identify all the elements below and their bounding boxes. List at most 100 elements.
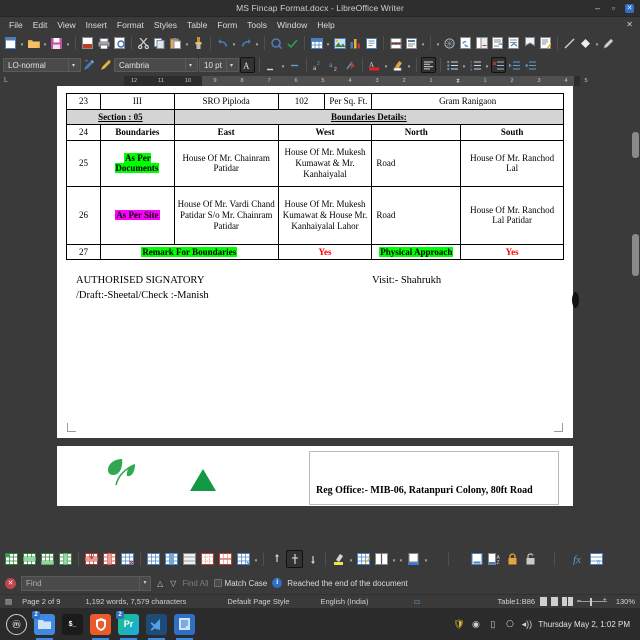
cell-boundaries-label[interactable]: Boundaries: [99, 124, 175, 141]
cell-sr-no[interactable]: 25: [66, 139, 101, 187]
redo-icon[interactable]: [238, 35, 253, 51]
insert-hyperlink-icon[interactable]: [458, 35, 473, 51]
clear-formatting-icon[interactable]: [343, 57, 358, 73]
menu-file[interactable]: File: [4, 19, 28, 31]
table-row-remark[interactable]: 27 Remark For Boundaries Yes Physical Ap…: [66, 243, 564, 261]
menu-table[interactable]: Table: [182, 19, 212, 31]
select-cell-icon[interactable]: [199, 550, 216, 568]
font-color-icon[interactable]: A: [367, 57, 382, 73]
battery-icon[interactable]: ▯: [487, 619, 498, 630]
undo-icon[interactable]: [215, 35, 230, 51]
cell-physical-approach[interactable]: Physical Approach: [371, 243, 462, 261]
insert-caption-icon[interactable]: [468, 550, 485, 568]
misc-dropdown-icon[interactable]: ▾: [435, 35, 441, 51]
cell-remark-label[interactable]: Remark For Boundaries: [99, 243, 279, 261]
comment-icon[interactable]: [538, 35, 553, 51]
border-style-dropdown-icon[interactable]: ▾: [398, 551, 404, 567]
zoom-out-icon[interactable]: –: [577, 597, 581, 604]
scrollbar-thumb[interactable]: [632, 132, 639, 158]
open-dropdown-icon[interactable]: ▾: [42, 35, 48, 51]
select-row-icon[interactable]: [181, 550, 198, 568]
insert-endnote-icon[interactable]: [490, 35, 505, 51]
ruler-track[interactable]: 12 11 10 9 8 7 6 5 4 3 2 1 ⧗ 1 2 3 4 5: [124, 76, 588, 86]
cell-west-value[interactable]: House Of Mr. Mukesh Kumawat & Mr. Kanhai…: [277, 139, 373, 187]
no-list-icon[interactable]: [491, 57, 506, 73]
sort-icon[interactable]: AZ: [486, 550, 503, 568]
insert-column-before-icon[interactable]: [57, 550, 74, 568]
superscript-icon[interactable]: 2a: [311, 57, 326, 73]
cell-remark-yes-2[interactable]: Yes: [460, 243, 564, 261]
italic-icon[interactable]: [287, 57, 302, 73]
view-layout-buttons[interactable]: [540, 597, 574, 606]
table-row[interactable]: 26 As Per Site House Of Mr. Vardi Chand …: [66, 185, 564, 245]
cell-south-value[interactable]: House Of Mr. Ranchod Lal Patidar: [460, 185, 564, 245]
cell-zone[interactable]: III: [99, 93, 175, 110]
menu-window[interactable]: Window: [272, 19, 312, 31]
find-input[interactable]: Find ▾: [21, 575, 151, 591]
signature-block[interactable]: AUTHORISED SIGNATORY /Draft:-Sheetal/Che…: [76, 274, 573, 302]
highlight-color-icon[interactable]: [390, 57, 405, 73]
close-find-bar-icon[interactable]: ✕: [5, 577, 16, 589]
align-left-icon[interactable]: [421, 57, 436, 73]
page-indicator[interactable]: Page 2 of 9: [17, 597, 65, 606]
background-color-dropdown-icon[interactable]: ▾: [348, 551, 354, 567]
table-properties-icon[interactable]: [355, 550, 372, 568]
find-replace-icon[interactable]: [269, 35, 284, 51]
clone-formatting-icon[interactable]: [191, 35, 206, 51]
unprotect-cells-icon[interactable]: [522, 550, 539, 568]
maximize-button[interactable]: ▫: [609, 3, 618, 13]
delete-table-icon[interactable]: [119, 550, 136, 568]
subscript-icon[interactable]: a2: [327, 57, 342, 73]
table-row[interactable]: 23 III SRO Piploda 102 Per Sq. Ft. Gram …: [66, 93, 564, 110]
book-view-icon[interactable]: [562, 597, 574, 606]
font-name-combobox[interactable]: Cambria ▾: [114, 58, 198, 72]
increase-indent-icon[interactable]: [507, 57, 522, 73]
cell-sr-no[interactable]: 23: [66, 93, 101, 110]
cell-east-value[interactable]: House Of Mr. Chainram Patidar: [173, 139, 279, 187]
borders-icon[interactable]: [373, 550, 390, 568]
delete-column-icon[interactable]: [101, 550, 118, 568]
cell-section-title[interactable]: Boundaries Details:: [173, 108, 565, 126]
terminal-icon[interactable]: $_: [62, 613, 83, 635]
clock[interactable]: Thursday May 2, 1:02 PM: [538, 620, 630, 629]
ruler-indent-marker-icon[interactable]: ⧗: [456, 78, 460, 85]
insert-footnote-icon[interactable]: [474, 35, 489, 51]
align-top-icon[interactable]: [268, 550, 285, 568]
selection-mode-icon[interactable]: ▭: [373, 597, 425, 606]
bold-dropdown-icon[interactable]: ▾: [280, 57, 286, 73]
document-canvas[interactable]: 23 III SRO Piploda 102 Per Sq. Ft. Gram …: [0, 86, 640, 546]
paste-dropdown-icon[interactable]: ▾: [184, 35, 190, 51]
match-case-checkbox-box[interactable]: [213, 578, 222, 587]
cell-as-per-documents[interactable]: As Per Documents: [99, 139, 175, 187]
multiple-page-view-icon[interactable]: [549, 597, 561, 606]
line-icon[interactable]: [562, 35, 577, 51]
page-style[interactable]: Default Page Style: [191, 597, 294, 606]
highlight-color-dropdown-icon[interactable]: ▾: [406, 57, 412, 73]
bold-icon[interactable]: [264, 57, 279, 73]
close-document-icon[interactable]: ✕: [626, 20, 640, 29]
insert-chart-icon[interactable]: [348, 35, 363, 51]
cell-north-header[interactable]: North: [371, 124, 462, 141]
unordered-list-dropdown-icon[interactable]: ▾: [461, 57, 467, 73]
export-pdf-icon[interactable]: [80, 35, 95, 51]
insert-textbox-icon[interactable]: [364, 35, 379, 51]
number-format-icon[interactable]: 0: [588, 550, 605, 568]
insert-row-below-icon[interactable]: [39, 550, 56, 568]
sum-icon[interactable]: fx: [570, 550, 587, 568]
show-draw-functions-icon[interactable]: [601, 35, 616, 51]
copy-icon[interactable]: [152, 35, 167, 51]
spelling-icon[interactable]: [285, 35, 300, 51]
vertical-scrollbar[interactable]: [631, 86, 640, 546]
menu-styles[interactable]: Styles: [149, 19, 182, 31]
border-color-dropdown-icon[interactable]: ▾: [423, 551, 429, 567]
find-next-icon[interactable]: ▽: [169, 579, 177, 588]
vscode-icon[interactable]: [146, 613, 167, 640]
font-name-dropdown-icon[interactable]: ▾: [185, 59, 195, 71]
close-button[interactable]: ✕: [625, 3, 634, 13]
cell-rate[interactable]: 102: [277, 93, 326, 110]
cell-west-value[interactable]: House Of Mr. Mukesh Kumawat & House Mr. …: [277, 185, 373, 245]
table-row-section[interactable]: Section : 05 Boundaries Details:: [66, 108, 565, 126]
zoom-slider-knob[interactable]: [590, 597, 593, 606]
insert-field-dropdown-icon[interactable]: ▾: [420, 35, 426, 51]
select-table-icon[interactable]: [145, 550, 162, 568]
